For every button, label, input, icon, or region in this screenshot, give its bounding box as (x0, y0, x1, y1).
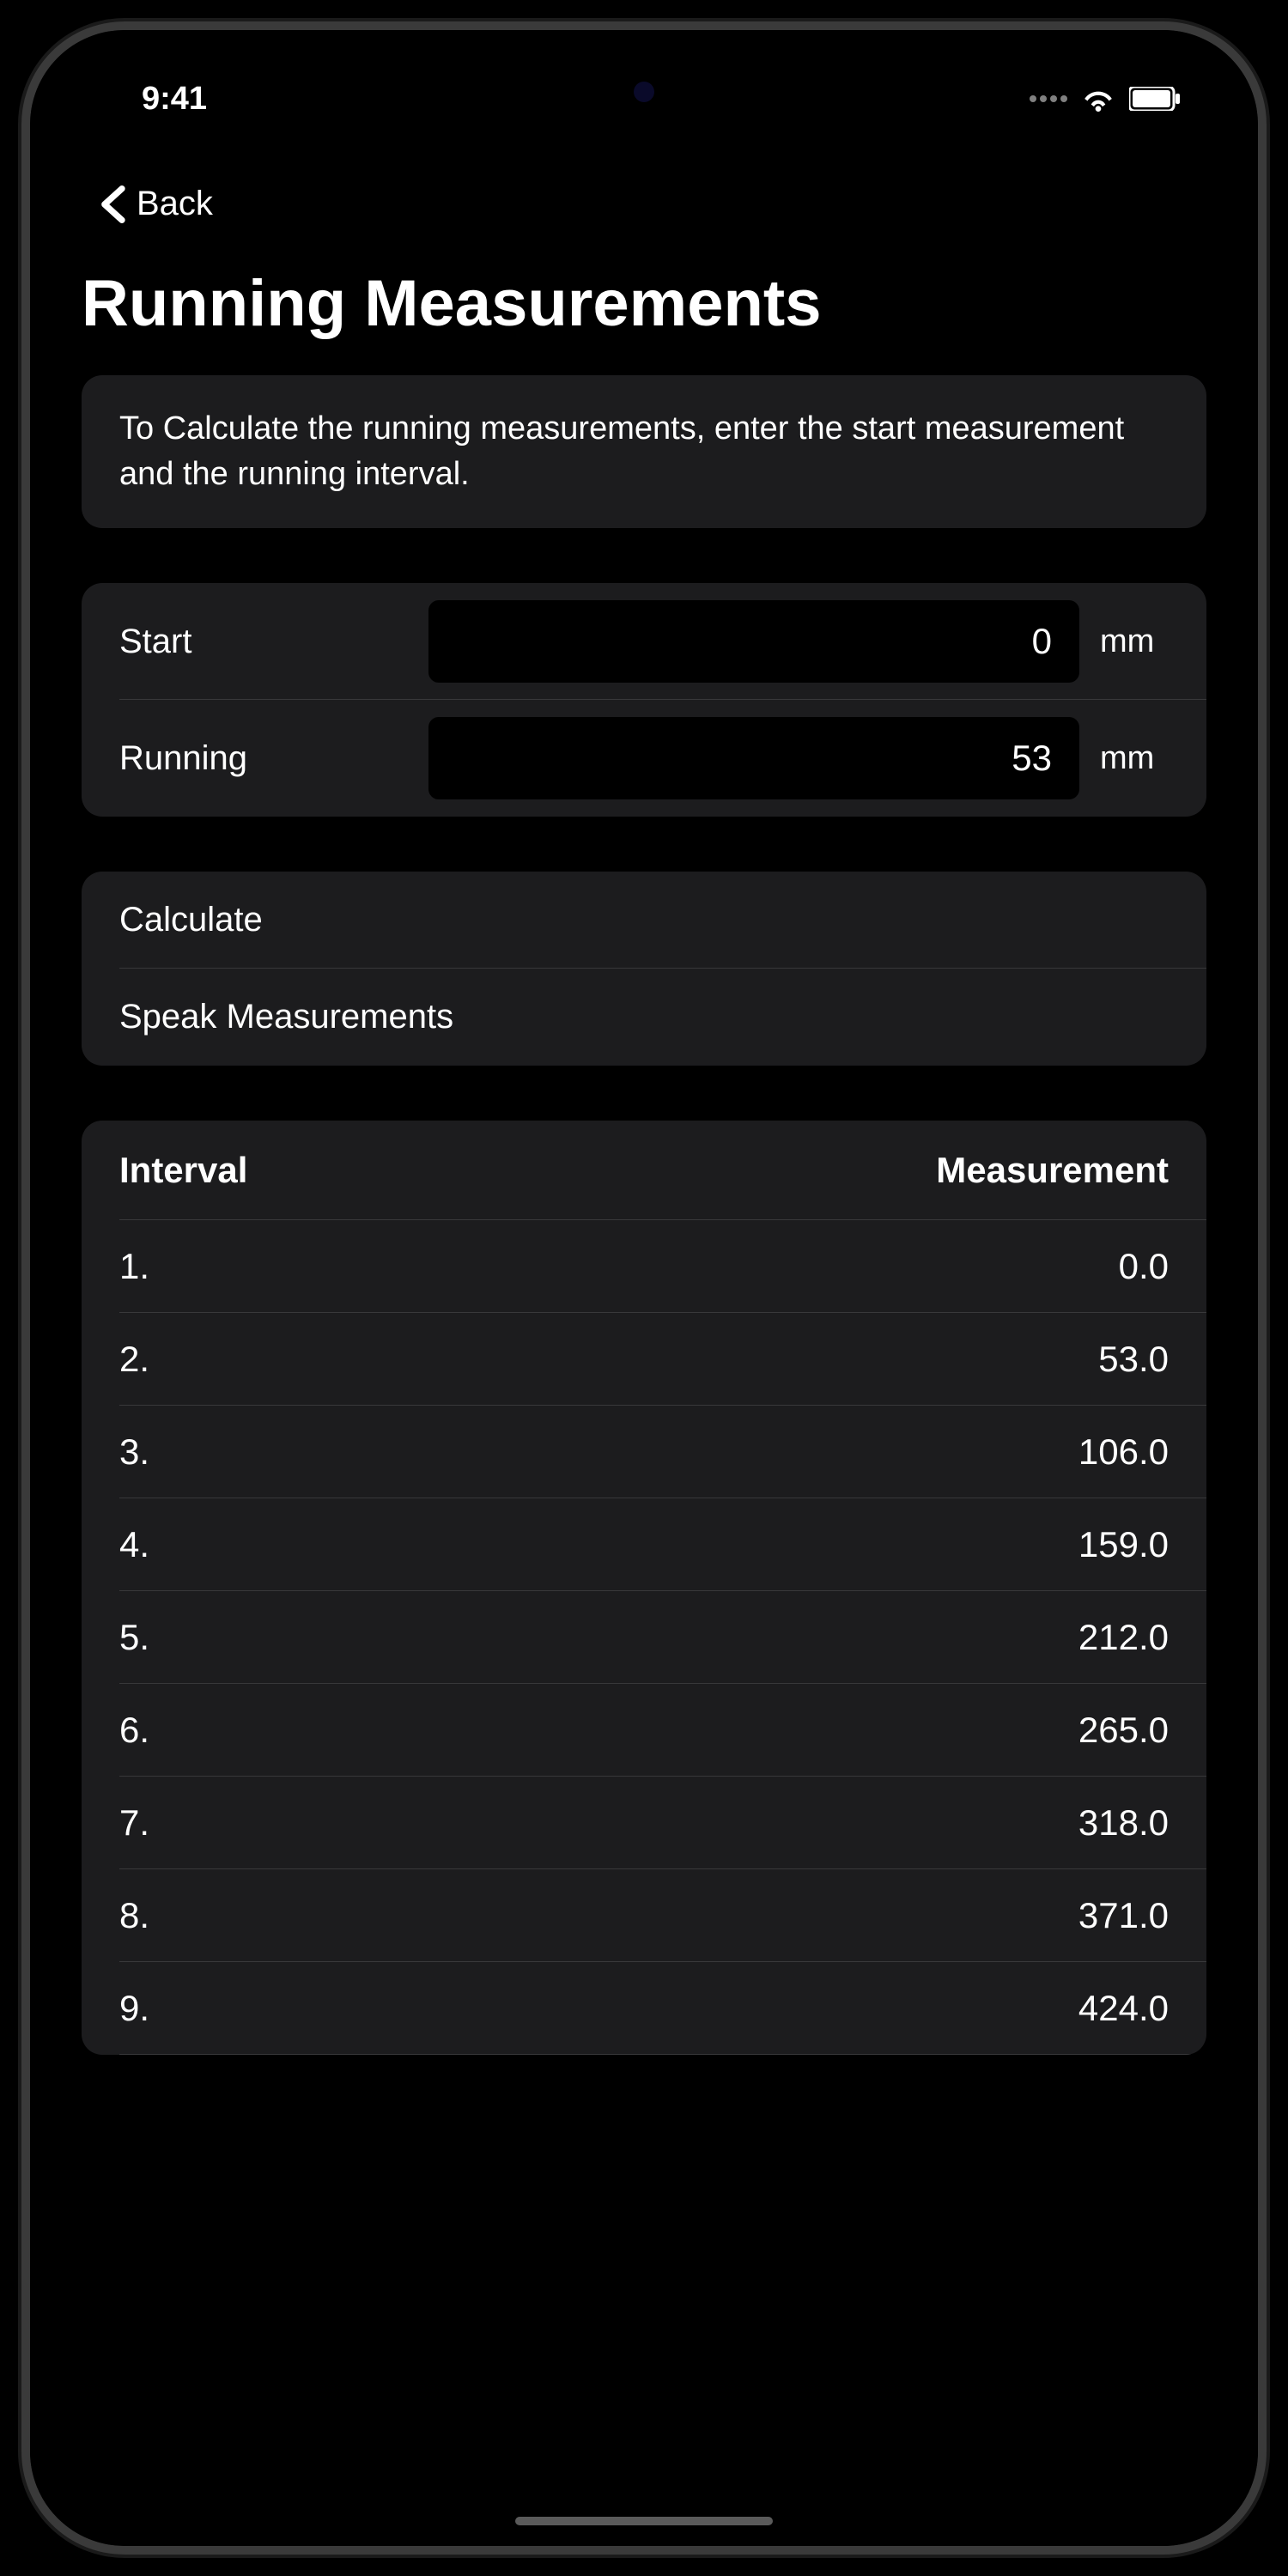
measurement-cell: 212.0 (1078, 1617, 1169, 1658)
table-row: 5. 212.0 (82, 1591, 1206, 1684)
interval-cell: 1. (119, 1246, 149, 1287)
interval-cell: 3. (119, 1431, 149, 1473)
page-title: Running Measurements (82, 249, 1206, 375)
measurement-cell: 265.0 (1078, 1710, 1169, 1751)
table-row: 6. 265.0 (82, 1684, 1206, 1777)
measurement-cell: 106.0 (1078, 1431, 1169, 1473)
measurement-cell: 318.0 (1078, 1802, 1169, 1844)
power-button (1261, 734, 1267, 975)
start-unit: mm (1100, 623, 1169, 660)
chevron-back-icon (99, 185, 126, 223)
measurement-cell: 159.0 (1078, 1524, 1169, 1565)
volume-down-button (21, 889, 27, 1043)
running-unit: mm (1100, 740, 1169, 777)
cellular-icon (1030, 95, 1067, 102)
running-input[interactable] (428, 717, 1079, 799)
measurement-cell: 371.0 (1078, 1895, 1169, 1936)
interval-cell: 6. (119, 1710, 149, 1751)
status-icons (1030, 86, 1181, 112)
table-row: 4. 159.0 (82, 1498, 1206, 1591)
screen: 9:41 (30, 30, 1258, 2546)
speak-label: Speak Measurements (119, 998, 453, 1036)
actions-card: Calculate Speak Measurements (82, 872, 1206, 1066)
wifi-icon (1081, 86, 1115, 112)
running-label: Running (119, 739, 428, 778)
phone-frame: 9:41 (21, 21, 1267, 2555)
interval-cell: 5. (119, 1617, 149, 1658)
interval-cell: 7. (119, 1802, 149, 1844)
table-header-row: Interval Measurement (82, 1121, 1206, 1220)
table-row: 1. 0.0 (82, 1220, 1206, 1313)
interval-cell: 9. (119, 1988, 149, 2029)
table-row: 3. 106.0 (82, 1406, 1206, 1498)
running-input-row: Running mm (82, 700, 1206, 817)
interval-cell: 8. (119, 1895, 149, 1936)
silence-switch (21, 528, 27, 614)
table-row: 2. 53.0 (82, 1313, 1206, 1406)
start-label: Start (119, 623, 428, 661)
battery-icon (1129, 87, 1181, 111)
measurement-cell: 0.0 (1119, 1246, 1169, 1287)
table-body: 1. 0.0 2. 53.0 3. 106.0 4. 159.0 5. 212.0 6. 265.0 7… (82, 1220, 1206, 2055)
table-row: 9. 424.0 (82, 1962, 1206, 2055)
info-text: To Calculate the running measurements, e… (82, 375, 1206, 528)
front-camera (634, 82, 654, 102)
status-time: 9:41 (142, 81, 207, 118)
back-button[interactable]: Back (82, 150, 1206, 249)
start-input-row: Start mm (82, 583, 1206, 700)
calculate-label: Calculate (119, 901, 263, 939)
measurement-cell: 424.0 (1078, 1988, 1169, 2029)
home-indicator[interactable] (515, 2517, 773, 2525)
volume-up-button (21, 683, 27, 837)
results-card: Interval Measurement 1. 0.0 2. 53.0 3. 106.0 4… (82, 1121, 1206, 2055)
table-row: 8. 371.0 (82, 1869, 1206, 1962)
header-interval: Interval (119, 1150, 247, 1191)
measurement-cell: 53.0 (1098, 1339, 1169, 1380)
start-input[interactable] (428, 600, 1079, 683)
interval-cell: 4. (119, 1524, 149, 1565)
back-label: Back (137, 185, 213, 223)
inputs-card: Start mm Running mm (82, 583, 1206, 817)
header-measurement: Measurement (936, 1150, 1169, 1191)
info-card: To Calculate the running measurements, e… (82, 375, 1206, 528)
interval-cell: 2. (119, 1339, 149, 1380)
table-row: 7. 318.0 (82, 1777, 1206, 1869)
speak-measurements-button[interactable]: Speak Measurements (82, 969, 1206, 1066)
content-area: Back Running Measurements To Calculate t… (30, 150, 1258, 2546)
calculate-button[interactable]: Calculate (82, 872, 1206, 969)
